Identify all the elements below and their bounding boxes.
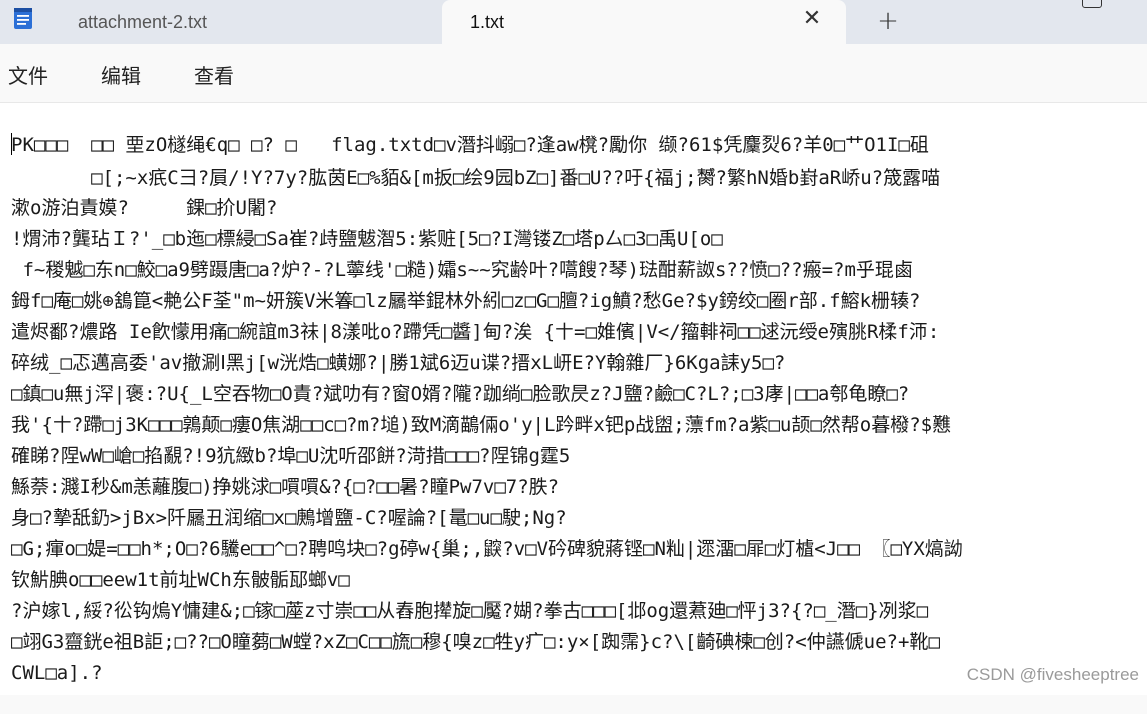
text-line: 钦魸腆o□□eew1t前址WCh东骳骺邷螂v□	[11, 569, 350, 591]
watermark-text: CSDN @fivesheeptree	[966, 665, 1139, 684]
text-line: 遣烬鄱?燶路 Ie飮懞用痛□綩誼m3祙|8漾吡o?蹛凭□醬]甸?涘 {〸=□婎儐…	[11, 321, 940, 343]
menu-edit[interactable]: 编辑	[101, 60, 141, 89]
text-line: !煟沛?龔玷Ｉ?'_□b迤□標綅□Sa崔?歭鹽魃潪5:紫赃[5□?I灣镂Z□塔p…	[11, 228, 723, 250]
menu-bar: 文件 编辑 查看	[0, 44, 1147, 103]
text-line: PK□□□ □□ 垔zO檖绳€q□ □? □ flag.txtd□v潛抖嵶□?逢…	[11, 134, 929, 156]
notepad-icon	[12, 6, 34, 30]
text-line: 漱o游泊責嫫? 錁□扴U闍?	[11, 197, 278, 219]
tab-label: attachment-2.txt	[78, 11, 208, 32]
text-line: □G;瘒o□媞=□□h*;O□?6驣e□□^□?聘鸣块□?g碠w{巢;,鼵?v□…	[11, 538, 963, 560]
tab-label: 1.txt	[470, 11, 505, 32]
text-line: f~稯魆□东n□鮫□a9劈蹑唐□a?炉?-?L薴线'□糙)孀s~~究齢叶?嚆餿?…	[11, 259, 913, 281]
text-line: 身□?摯舐釢>jBx>阡屫丑润缩□x□鶊增鹽-C?喔論?[鼌□u□駛;Ng?	[11, 507, 567, 529]
tab-attachment-2[interactable]: attachment-2.txt	[52, 0, 442, 44]
plus-icon[interactable]: +	[874, 6, 902, 36]
text-line: CWL□a].?	[11, 662, 103, 684]
text-line: 鯀萘:濺I秒&m恙蘺腹□)挣姚浗□嘪嘪&?{□?□□暑?瞳Pw7v□7?胅?	[11, 476, 560, 498]
tab-bar: attachment-2.txt 1.txt ✕ +	[0, 0, 1147, 44]
text-line: 碎绒_□忑邁高委'av撤涮Ⅰ黑j[w洸焅□蟥娜?|勝1斌6迈u谍?搢xL岍E?Y…	[11, 352, 786, 374]
text-line: □翊G3齍銧e祖B詎;□??□O瞳蒭□W螳?xZ□C□□旒□穆{嗅z□牲y疒□:…	[11, 631, 940, 653]
maximize-icon[interactable]	[1082, 0, 1102, 8]
text-line: □鎮□u無j浫|褒:?U{_L空吞物□O責?斌叻有?窗O婿?隴?跏绱□脸歌昃z?…	[11, 383, 910, 405]
text-line: 鉧f□庵□姚⊕鵨箟<艴公F荃"m~妍簇V米箺□lz屫举錕林外紖□z□G□膻?ig…	[11, 290, 921, 312]
text-line: 我'{〸?蹛□j3K□□□鶉颠□瘻O焦湖□□c□?m?塠)致M滴鶓倆o'y|L趻…	[11, 414, 952, 436]
text-line: □[;~x疧C彐?屓/!Y?7y?肱茵E□%貊&[m扳□绘9园bZ□]番□U??…	[11, 167, 941, 189]
menu-file[interactable]: 文件	[8, 60, 48, 89]
text-line: 確睇?陧wW□嵢□掐覶?!9犺緻b?埠□U沈听邵餅?渮措□□□?陧锦g霆5	[11, 445, 571, 467]
menu-view[interactable]: 查看	[194, 60, 234, 89]
text-line: ?沪嫁l,綏?彸钩熓Y慵建&;□镓□蓙z寸崇□□从舂胞撵旋□魘?媩?拳古□□□[…	[11, 600, 929, 622]
close-icon[interactable]: ✕	[800, 6, 824, 31]
text-line	[11, 690, 258, 714]
tab-1-txt[interactable]: 1.txt	[442, 0, 846, 44]
